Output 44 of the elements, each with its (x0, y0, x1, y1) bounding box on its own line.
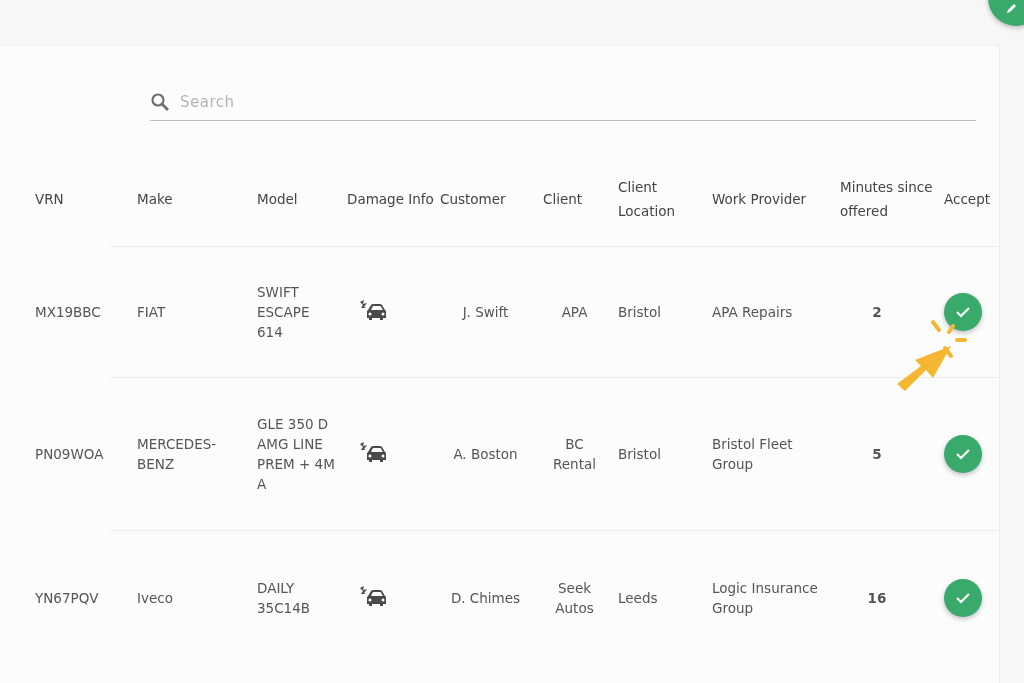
table-cell-text: A. Boston (452, 445, 519, 464)
column-header: Customer (440, 189, 507, 209)
table-cell-text: Seek Autos (554, 578, 595, 618)
table-cell-text: Bristol Fleet Group (712, 435, 794, 474)
table-cell-text: MERCEDES-BENZ (137, 435, 218, 474)
table-cell-text: Bristol (618, 303, 662, 322)
table-cell-text: DAILY 35C14B (257, 578, 312, 618)
table-cell-text: 5 (871, 445, 883, 464)
table-cell-text: APA (560, 303, 589, 322)
table-cell-text: 2 (871, 303, 883, 322)
table-cell-text: Logic Insurance Group (712, 578, 819, 618)
accept-button[interactable] (944, 435, 982, 473)
table-cell-text: Iveco (137, 588, 174, 608)
column-header: Work Provider (712, 189, 808, 209)
column-header: Accept (944, 189, 991, 209)
column-header: Client (543, 189, 584, 209)
table-cell-text: FIAT (137, 303, 167, 322)
table-cell-text: J. Swift (461, 303, 510, 322)
table-cell-text: D. Chimes (449, 588, 522, 608)
column-header: VRN (35, 189, 65, 209)
search-icon (150, 92, 170, 112)
table-cell-text: BC Rental (552, 435, 597, 474)
car-crash-icon (359, 584, 387, 607)
table-cell-text: 16 (866, 588, 888, 608)
table-cell-text: Bristol (618, 445, 662, 464)
column-header: Client Location (618, 177, 677, 221)
column-header: Minutes since offered (840, 177, 934, 221)
check-icon (955, 306, 971, 318)
check-icon (955, 448, 971, 460)
search-field[interactable]: Search (180, 93, 976, 111)
table-cell-text: PN09WOA (35, 445, 105, 464)
car-crash-icon (359, 441, 387, 463)
car-crash-icon (359, 299, 387, 321)
table-cell-text: Leeds (618, 588, 659, 608)
column-header: Make (137, 189, 174, 209)
table-cell-text: GLE 350 D AMG LINE PREM + 4M A (257, 415, 336, 494)
pencil-icon (1006, 2, 1018, 14)
column-header: Damage Info (347, 189, 435, 209)
accept-button[interactable] (944, 578, 982, 617)
table-cell-text: SWIFT ESCAPE 614 (257, 283, 311, 342)
column-header: Model (257, 189, 299, 209)
table-cell-text: APA Repairs (712, 303, 794, 322)
check-icon (955, 591, 971, 604)
accept-button[interactable] (944, 293, 982, 331)
